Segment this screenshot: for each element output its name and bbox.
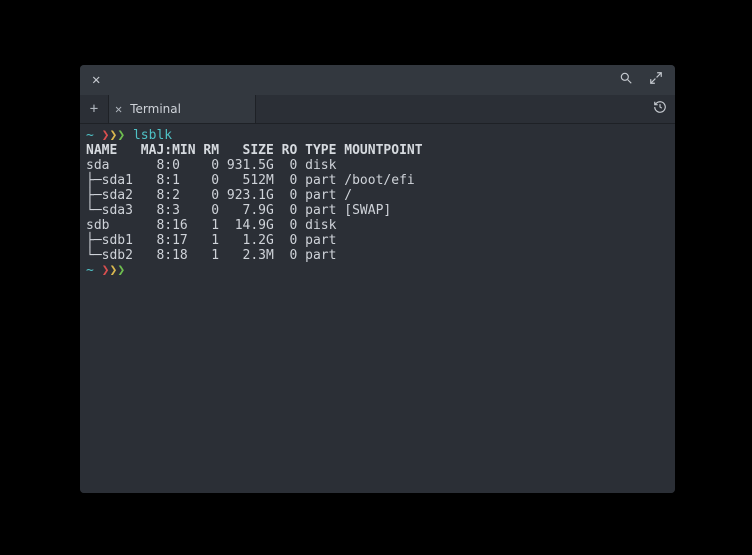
terminal-body[interactable]: ~ ❯❯❯ lsblk NAME MAJ:MIN RM SIZE RO TYPE… (80, 124, 675, 493)
tab-terminal[interactable]: ✕ Terminal (109, 95, 256, 123)
prompt-arrow-icon: ❯ (117, 263, 125, 278)
output-row: └─sda3 8:3 0 7.9G 0 part [SWAP] (86, 203, 391, 218)
output-row: ├─sdb1 8:17 1 1.2G 0 part (86, 233, 344, 248)
output-row: sdb 8:16 1 14.9G 0 disk (86, 218, 344, 233)
tab-bar: + ✕ Terminal (80, 95, 675, 124)
terminal-window: ✕ + ✕ Terminal ~ ❯❯❯ lsblk NAME MAJ:MIN … (80, 65, 675, 493)
prompt-arrow-icon: ❯ (117, 128, 125, 143)
new-tab-button[interactable]: + (80, 95, 109, 123)
output-row: └─sdb2 8:18 1 2.3M 0 part (86, 248, 344, 263)
search-icon[interactable] (615, 69, 637, 91)
output-row: ├─sda1 8:1 0 512M 0 part /boot/efi (86, 173, 415, 188)
output-header: NAME MAJ:MIN RM SIZE RO TYPE MOUNTPOINT (86, 143, 423, 158)
command-text: lsblk (133, 128, 172, 143)
tab-label: Terminal (130, 102, 181, 116)
output-row: ├─sda2 8:2 0 923.1G 0 part / (86, 188, 352, 203)
fullscreen-icon[interactable] (645, 69, 667, 91)
window-close-button[interactable]: ✕ (88, 70, 104, 90)
tab-close-button[interactable]: ✕ (115, 102, 122, 116)
tabbar-right (256, 95, 675, 123)
prompt-cwd: ~ (86, 263, 94, 278)
output-row: sda 8:0 0 931.5G 0 disk (86, 158, 344, 173)
prompt-cwd: ~ (86, 128, 94, 143)
window-titlebar: ✕ (80, 65, 675, 95)
history-icon[interactable] (653, 100, 667, 118)
